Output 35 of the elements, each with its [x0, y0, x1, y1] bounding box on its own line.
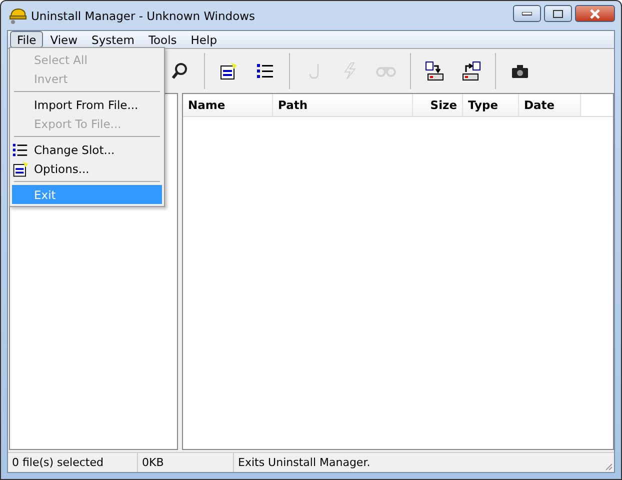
- menu-item[interactable]: Change Slot...: [12, 140, 162, 159]
- list-icon: [257, 64, 273, 78]
- properties-icon: [12, 160, 30, 177]
- menu-item[interactable]: Import From File...: [12, 95, 162, 114]
- properties-icon: [220, 62, 238, 80]
- search-icon: [171, 62, 189, 80]
- menu-item[interactable]: View: [43, 31, 85, 48]
- maximize-icon: [553, 10, 563, 18]
- lightning-icon: [342, 62, 358, 80]
- column-header[interactable]: Path: [273, 94, 413, 116]
- window-title: Uninstall Manager - Unknown Windows: [31, 8, 256, 22]
- column-header[interactable]: Size: [413, 94, 463, 116]
- close-icon: [589, 8, 601, 18]
- column-header[interactable]: Name: [183, 94, 273, 116]
- menu-item[interactable]: File: [10, 31, 44, 48]
- minimize-button[interactable]: [513, 5, 541, 22]
- menu-item[interactable]: Help: [184, 31, 224, 48]
- binoculars-icon: [376, 64, 396, 78]
- helmet-icon: [9, 6, 27, 24]
- resize-grip-icon: [605, 463, 613, 471]
- camera-icon: [512, 64, 528, 78]
- maximize-button[interactable]: [544, 5, 572, 22]
- menu-item[interactable]: Tools: [141, 31, 184, 48]
- list-icon: [12, 143, 28, 156]
- status-text: Exits Uninstall Manager.: [237, 455, 372, 471]
- column-header[interactable]: Type: [463, 94, 519, 116]
- status-text: 0KB: [138, 453, 234, 472]
- export-icon: [425, 61, 445, 81]
- minimize-icon: [522, 12, 532, 16]
- menu-item[interactable]: Options...: [12, 159, 162, 178]
- close-button[interactable]: [575, 5, 615, 22]
- status-text: 0 file(s) selected: [8, 453, 138, 472]
- column-header[interactable]: Date: [519, 94, 581, 116]
- import-icon: [461, 61, 481, 81]
- menu-item[interactable]: System: [84, 31, 142, 48]
